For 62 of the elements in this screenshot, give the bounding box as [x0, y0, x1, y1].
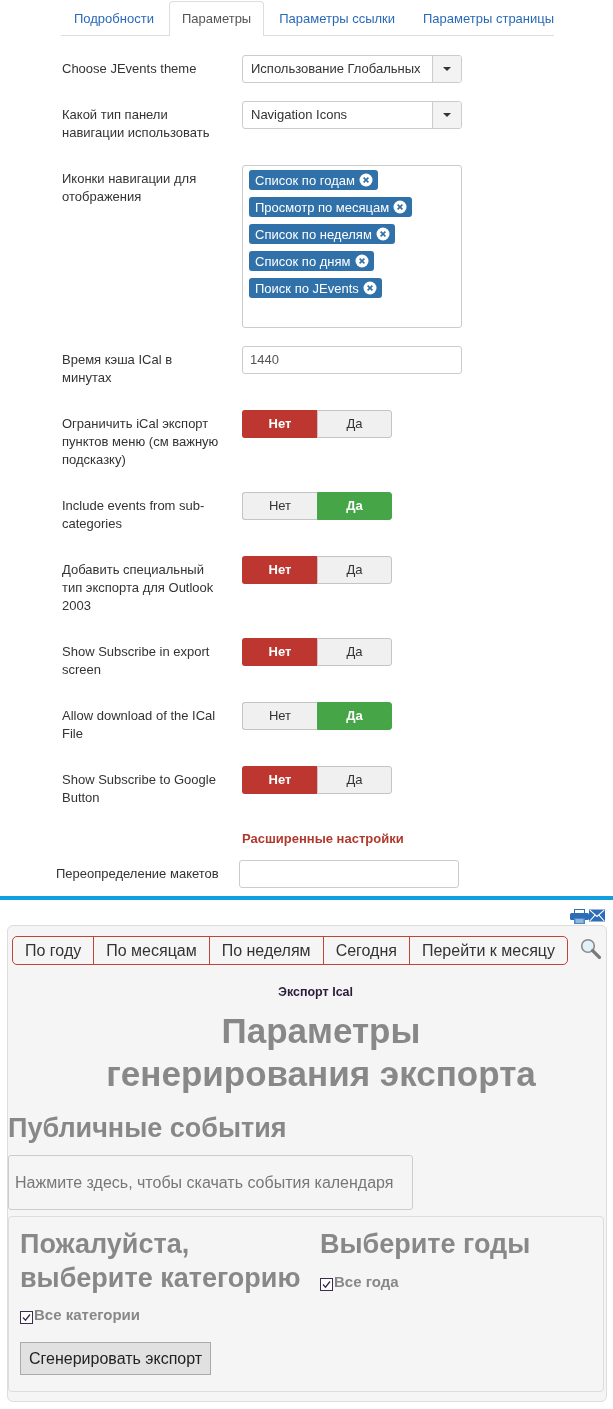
tab[interactable]: Параметры ссылки — [266, 1, 408, 36]
toggle-option[interactable]: Нет — [242, 638, 317, 666]
nav-tab[interactable]: Сегодня — [322, 937, 409, 964]
generate-button[interactable]: Сгенерировать экспорт — [20, 1342, 212, 1375]
remove-icon[interactable] — [375, 227, 390, 241]
download-link[interactable]: Нажмите здесь, чтобы скачать события календаря — [8, 1155, 413, 1210]
search-icon[interactable] — [579, 938, 601, 959]
field-label: Allow download of the ICal File — [62, 707, 217, 743]
mail-icon[interactable] — [589, 909, 605, 922]
field-label: Show Subscribe in export screen — [62, 643, 211, 679]
toggle-option[interactable]: Да — [317, 556, 392, 584]
caret-icon[interactable] — [432, 56, 461, 82]
toggle-option[interactable]: Нет — [242, 766, 317, 794]
toggle-option[interactable]: Нет — [242, 492, 317, 520]
tag-field[interactable]: Список по годам Просмотр по месяцам Список по неделям Список по дням Поиск по JEvents — [242, 165, 462, 328]
field-label: Choose JEvents theme — [62, 60, 198, 78]
nav-tab[interactable]: Перейти к месяцу — [408, 937, 567, 964]
nav-tab[interactable]: По неделям — [208, 937, 323, 964]
nav-tab[interactable]: По году — [13, 937, 94, 964]
toggle-option[interactable]: Да — [317, 766, 392, 794]
field-label: Добавить специальный тип экспорта для Outlook 2003 — [62, 561, 215, 615]
column-heading: Выберите годы — [320, 1228, 531, 1261]
caret-icon[interactable] — [432, 102, 461, 128]
toggle-option[interactable]: Нет — [242, 702, 317, 730]
page-title: Параметры генерирования экспорта — [105, 1010, 537, 1095]
checkbox[interactable] — [20, 1311, 33, 1324]
nav-tab[interactable]: По месяцам — [93, 937, 209, 964]
column-heading: Пожалуйста, выберите категорию — [20, 1228, 302, 1295]
remove-icon[interactable] — [393, 200, 408, 214]
selected-tag[interactable]: Список по неделям — [249, 224, 395, 244]
field-label: Время кэша ICal в минутах — [62, 351, 174, 387]
section-title: Публичные события — [8, 1112, 287, 1144]
remove-icon[interactable] — [362, 281, 377, 295]
toggle-option[interactable]: Да — [317, 638, 392, 666]
printer-icon[interactable] — [570, 909, 589, 924]
selected-tag[interactable]: Поиск по JEvents — [249, 278, 382, 298]
toggle-option[interactable]: Да — [317, 410, 392, 438]
field-label: Иконки навигации для отображения — [62, 170, 198, 206]
page-subtitle: Экспорт Ical — [278, 984, 354, 1001]
tab[interactable]: Параметры — [168, 1, 265, 36]
toggle-option[interactable]: Нет — [242, 410, 317, 438]
tab[interactable]: Подробности — [61, 1, 167, 36]
checkbox-label: Все категории — [34, 1306, 141, 1324]
field-label: Переопределение макетов — [56, 865, 220, 883]
dropdown-select[interactable]: Navigation Icons — [242, 101, 462, 129]
selected-tag[interactable]: Список по дням — [249, 251, 374, 271]
text-input[interactable]: 1440 — [242, 346, 462, 374]
remove-icon[interactable] — [358, 173, 373, 187]
checkbox[interactable] — [320, 1278, 333, 1291]
section-heading: Расширенные настройки — [242, 830, 404, 848]
field-label: Какой тип панели навигации использовать — [62, 106, 211, 142]
dropdown-select[interactable]: Использование Глобальных — [242, 55, 462, 83]
checkbox-label: Все года — [334, 1273, 399, 1291]
text-input[interactable] — [239, 860, 459, 888]
tab[interactable]: Параметры страницы — [410, 1, 568, 36]
remove-icon[interactable] — [354, 254, 369, 268]
selected-tag[interactable]: Просмотр по месяцам — [249, 197, 413, 217]
field-label: Include events from sub-categories — [62, 497, 206, 533]
toggle-option[interactable]: Нет — [242, 556, 317, 584]
field-label: Ограничить iCal экспорт пунктов меню (см важную подсказку) — [62, 415, 220, 469]
field-label: Show Subscribe to Google Button — [62, 771, 217, 807]
selected-tag[interactable]: Список по годам — [249, 170, 378, 190]
